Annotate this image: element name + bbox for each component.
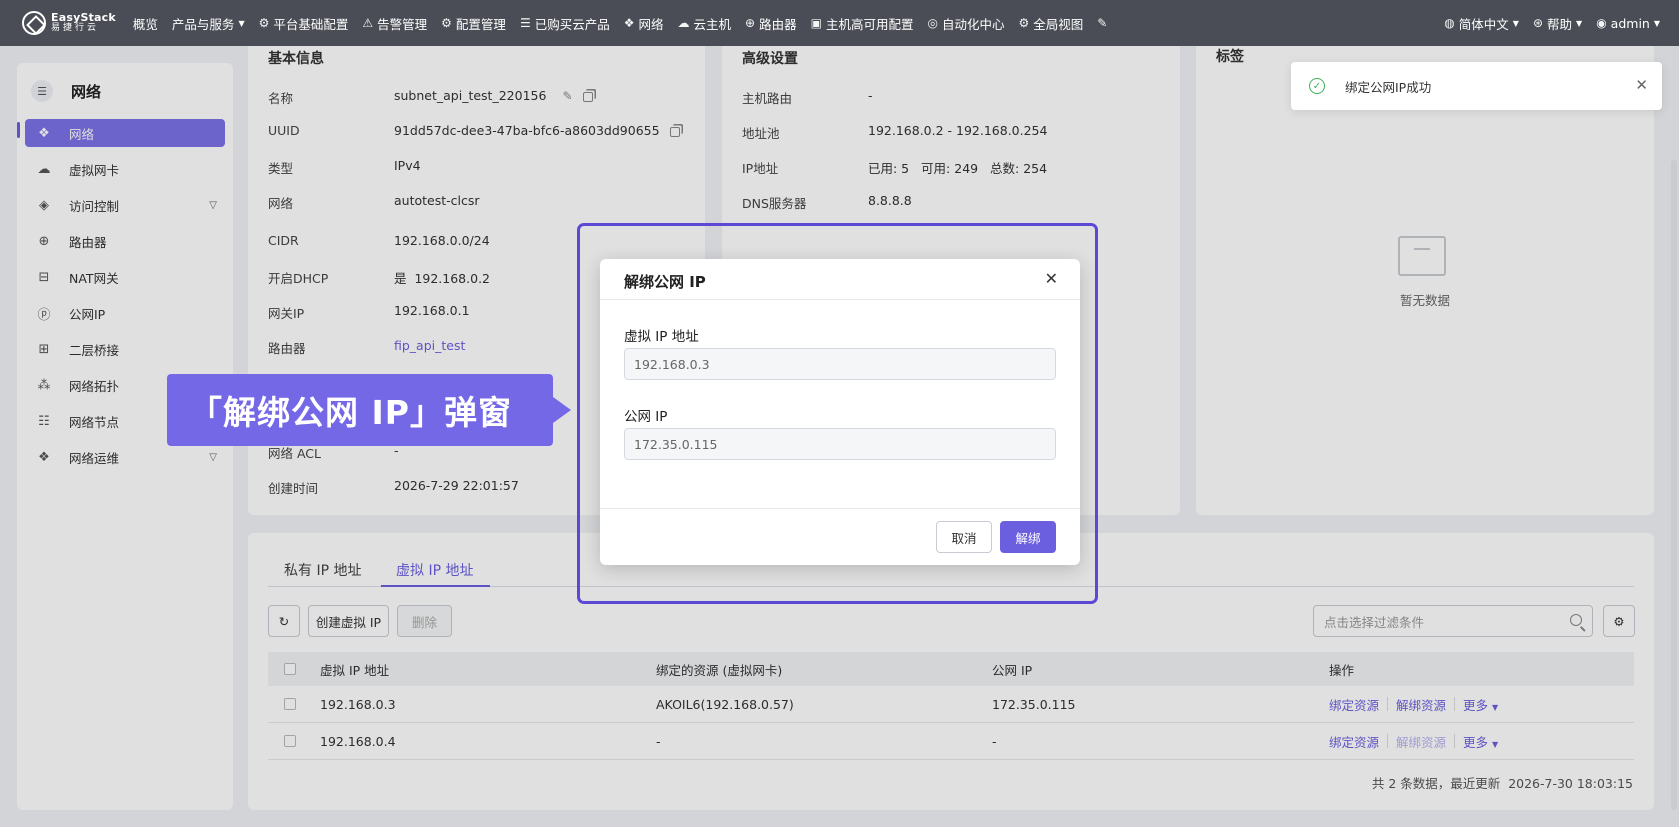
highlight-frame	[577, 223, 1098, 604]
list-icon: ☰	[519, 16, 531, 30]
logo-line1: EasyStack	[51, 11, 116, 24]
alarm-icon: ⚠	[362, 16, 374, 30]
success-toast: ✓ 绑定公网IP成功 ✕	[1291, 62, 1662, 110]
easystack-logo[interactable]: EasyStack 易捷行云	[22, 11, 116, 35]
caret-down-icon: ▼	[1653, 18, 1660, 28]
router-icon: ⊕	[745, 16, 756, 30]
nav-network[interactable]: ❖ 网络	[617, 0, 671, 46]
page-scrollbar[interactable]	[1671, 160, 1677, 810]
callout-arrow	[553, 397, 571, 423]
global-icon: ⚙	[1018, 16, 1030, 30]
logo-icon	[22, 11, 46, 35]
nav-automation[interactable]: ◎ 自动化中心	[920, 0, 1011, 46]
caret-down-icon: ▼	[1576, 18, 1583, 28]
nav-products[interactable]: 产品与服务 ▼	[165, 0, 252, 46]
caret-down-icon: ▼	[1512, 18, 1519, 28]
nav-purchased[interactable]: ☰ 已购买云产品	[513, 0, 617, 46]
user-menu[interactable]: ◉ admin ▼	[1589, 0, 1667, 46]
ha-icon: ▣	[810, 16, 822, 30]
nav-vm[interactable]: ☁ 云主机	[671, 0, 739, 46]
nav-config[interactable]: ⚙ 配置管理	[434, 0, 513, 46]
gear-icon: ⚙	[258, 16, 270, 30]
logo-line2: 易捷行云	[51, 23, 100, 33]
callout-label: 「解绑公网 IP」弹窗	[167, 374, 553, 446]
nav-overview[interactable]: 概览	[126, 0, 165, 46]
globe-icon: ◍	[1444, 16, 1455, 30]
nav-ha[interactable]: ▣ 主机高可用配置	[804, 0, 921, 46]
top-nav: EasyStack 易捷行云 概览 产品与服务 ▼ ⚙ 平台基础配置 ⚠ 告警管理 ⚙…	[0, 0, 1679, 46]
close-icon[interactable]: ✕	[1635, 76, 1648, 94]
config-icon: ⚙	[441, 16, 452, 30]
help-icon: ⊛	[1532, 16, 1544, 30]
network-icon: ❖	[623, 16, 635, 30]
cloud-icon: ☁	[677, 16, 690, 30]
pin-icon[interactable]: ✎	[1090, 0, 1118, 46]
help-menu[interactable]: ⊛ 帮助 ▼	[1526, 0, 1589, 46]
check-circle-icon: ✓	[1309, 78, 1325, 94]
nav-platform-config[interactable]: ⚙ 平台基础配置	[252, 0, 356, 46]
user-icon: ◉	[1596, 16, 1607, 30]
toast-message: 绑定公网IP成功	[1345, 79, 1432, 95]
automation-icon: ◎	[927, 16, 938, 30]
nav-global-view[interactable]: ⚙ 全局视图	[1011, 0, 1090, 46]
caret-down-icon: ▼	[238, 18, 245, 28]
nav-alerts[interactable]: ⚠ 告警管理	[355, 0, 434, 46]
nav-router[interactable]: ⊕ 路由器	[738, 0, 804, 46]
language-select[interactable]: ◍ 简体中文 ▼	[1437, 0, 1526, 46]
